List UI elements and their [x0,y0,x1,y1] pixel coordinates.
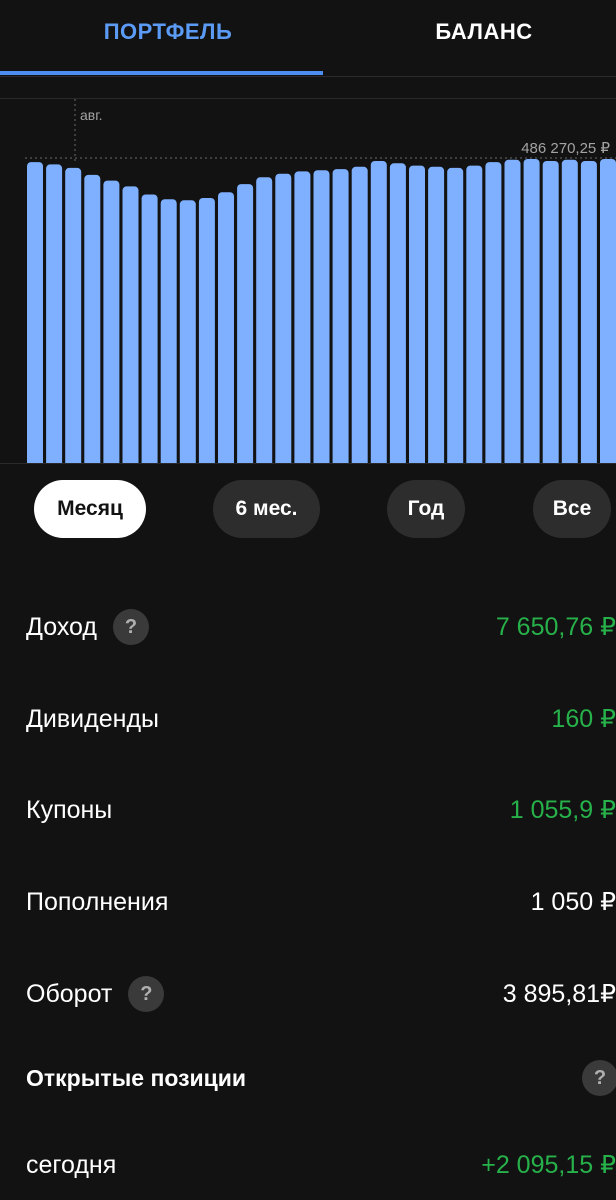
stat-deposits-row: Пополнения 1 050 ₽ [0,872,616,932]
chart-bar[interactable] [46,164,63,463]
chart-bar[interactable] [580,161,597,463]
chart-bar[interactable] [84,174,101,463]
chart-bar[interactable] [409,165,425,463]
chart-bar[interactable] [466,165,483,463]
chart-bar[interactable] [141,194,158,464]
stat-today-row: сегодня +2 095,15 ₽ [0,1135,616,1195]
chart-bar[interactable] [27,162,43,463]
tab-active-indicator [0,71,323,75]
stat-dividends-label: Дивиденды [26,704,159,733]
tab-balance[interactable]: БАЛАНС [330,0,616,64]
period-year-button[interactable]: Год [387,480,465,538]
period-selector: Месяц 6 мес. Год Все [0,480,616,540]
stat-deposits-label: Пополнения [26,887,169,916]
chart-bar[interactable] [332,169,349,463]
stat-today-label: сегодня [26,1150,117,1179]
help-icon[interactable]: ? [113,609,149,645]
open-positions-header-row: Открытые позиции ? [0,1048,616,1108]
chart-bar[interactable] [218,192,234,463]
stat-today-value: +2 095,15 ₽ [481,1151,616,1179]
chart-bar[interactable] [370,161,387,463]
help-icon[interactable]: ? [128,976,165,1012]
open-positions-heading: Открытые позиции [26,1064,247,1091]
stat-income-row: Доход ? 7 650,76 ₽ [0,597,616,657]
chart-bar[interactable] [523,159,540,463]
chart-bar[interactable] [561,159,578,463]
help-icon[interactable]: ? [582,1060,616,1096]
period-6-months-button[interactable]: 6 мес. [213,480,320,538]
chart-bar[interactable] [389,163,406,463]
chart-bar[interactable] [504,159,521,463]
stat-turnover-value: 3 895,81₽ [502,980,616,1008]
portfolio-chart[interactable]: авг. 486 270,25 ₽ [0,98,616,464]
period-all-button[interactable]: Все [533,480,611,538]
stat-income-value: 7 650,76 ₽ [495,613,616,641]
chart-bar[interactable] [103,180,120,463]
chart-month-label: авг. [80,107,103,123]
chart-bar[interactable] [428,166,445,463]
stat-income-label: Доход [26,612,97,641]
chart-bar[interactable] [65,167,82,463]
stat-dividends-row: Дивиденды 160 ₽ [0,689,616,749]
chart-bar[interactable] [294,171,311,463]
chart-bar[interactable] [485,162,502,463]
chart-bar[interactable] [542,161,559,463]
chart-bar[interactable] [179,200,196,463]
stat-turnover-label-wrap: Оборот ? [26,964,165,1024]
chart-bar[interactable] [313,170,330,463]
stat-turnover-row: Оборот ? 3 895,81₽ [0,964,616,1024]
chart-bar[interactable] [122,186,139,463]
chart-bar[interactable] [198,198,215,463]
period-month-button[interactable]: Месяц [34,480,146,538]
stat-coupons-row: Купоны 1 055,9 ₽ [0,780,616,840]
stat-income-label-wrap: Доход ? [26,597,149,657]
stat-dividends-value: 160 ₽ [551,705,616,733]
chart-bar[interactable] [256,177,273,463]
tab-bar: ПОРТФЕЛЬ БАЛАНС [0,0,616,77]
chart-bar[interactable] [351,166,368,463]
chart-bar[interactable] [237,184,254,463]
chart-bar[interactable] [160,199,177,463]
chart-bar[interactable] [275,173,292,463]
chart-max-value-label: 486 270,25 ₽ [521,140,610,157]
stat-coupons-value: 1 055,9 ₽ [509,796,616,824]
stat-deposits-value: 1 050 ₽ [530,888,616,916]
stat-coupons-label: Купоны [26,795,113,824]
tab-portfolio[interactable]: ПОРТФЕЛЬ [14,0,322,64]
chart-bar[interactable] [600,159,616,463]
chart-bar[interactable] [447,167,464,463]
stat-turnover-label: Оборот [26,979,113,1008]
